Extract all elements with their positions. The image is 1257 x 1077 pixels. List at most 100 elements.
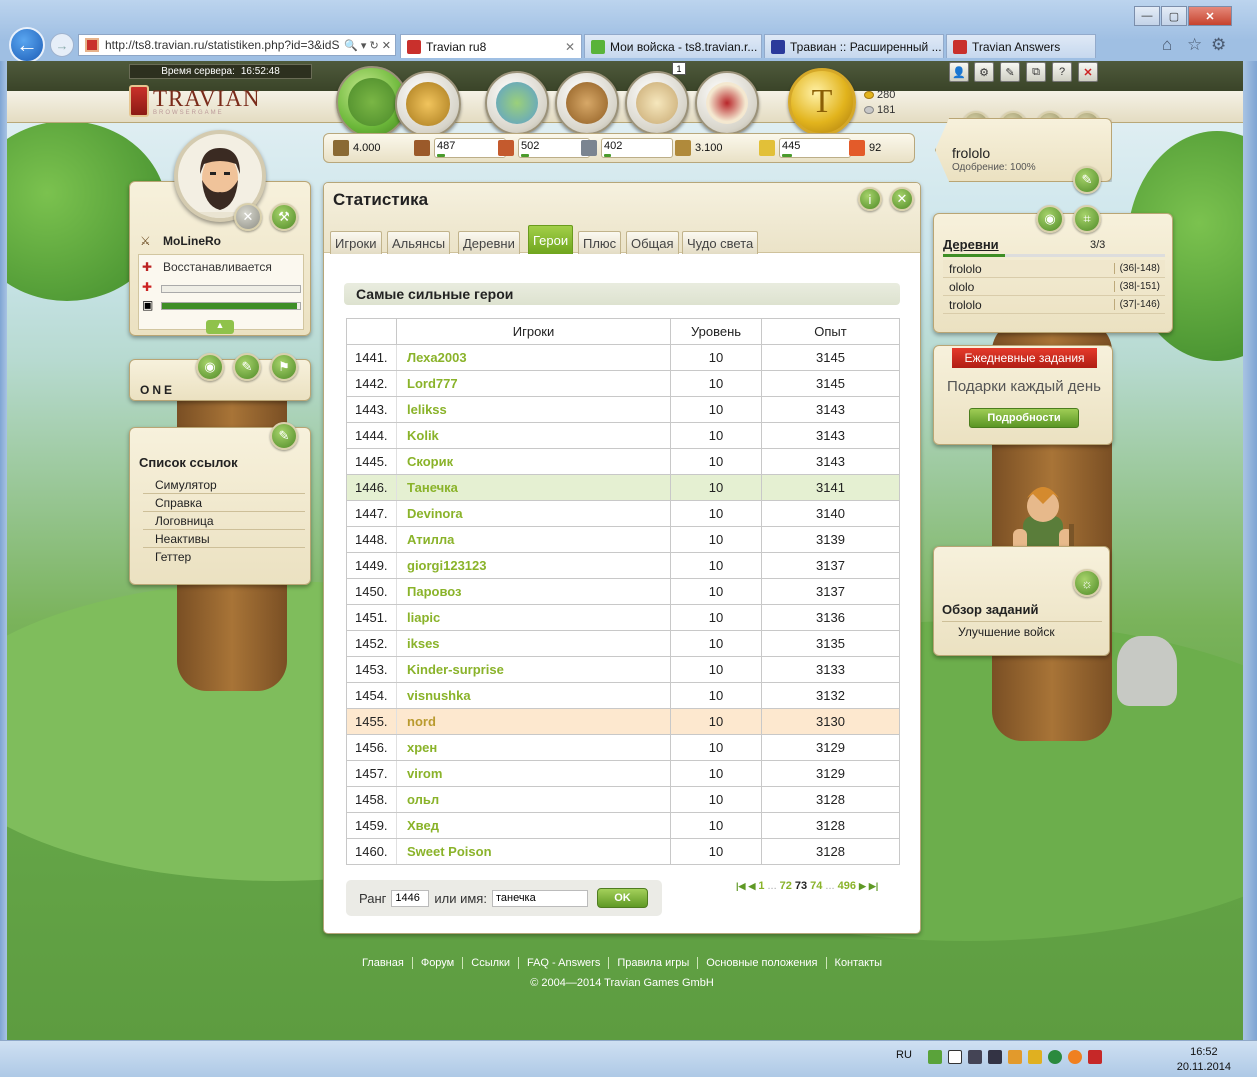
expand-arrow-icon[interactable]: ▲ — [206, 320, 234, 334]
shield-icon[interactable] — [1028, 1050, 1042, 1064]
tab-villages[interactable]: Деревни — [458, 231, 520, 254]
player-link[interactable]: Леха2003 — [396, 344, 671, 371]
player-name[interactable]: frololo — [952, 145, 990, 161]
page-link[interactable]: 496 — [838, 880, 856, 892]
tab-alliances[interactable]: Альянсы — [387, 231, 451, 254]
logout-icon[interactable]: ✕ — [1078, 62, 1098, 82]
alliance-name[interactable]: ONE — [140, 383, 175, 397]
browser-tab-troops[interactable]: Мои войска - ts8.travian.r... — [584, 34, 762, 58]
profile-icon[interactable]: 👤 — [949, 62, 969, 82]
village-center-button[interactable] — [395, 71, 461, 137]
gold-shop-button[interactable]: T — [788, 68, 856, 136]
statistics-button[interactable] — [555, 71, 619, 135]
player-link[interactable]: хрен — [396, 734, 671, 761]
back-arrow-icon[interactable]: ← — [9, 27, 45, 63]
page-link[interactable]: 1 — [758, 880, 764, 892]
home-icon[interactable]: ⌂ — [1162, 35, 1172, 55]
flag-icon[interactable] — [948, 1050, 962, 1064]
player-link[interactable]: virom — [396, 760, 671, 787]
clock[interactable]: 16:52 20.11.2014 — [1177, 1045, 1231, 1075]
footer-link[interactable]: FAQ - Answers — [517, 957, 608, 969]
antivirus-icon[interactable] — [1048, 1050, 1062, 1064]
village-item[interactable]: trololo (37|-146) — [943, 296, 1165, 314]
first-page-icon[interactable]: |◀ — [736, 881, 745, 892]
map-button[interactable] — [485, 71, 549, 135]
browser-tab-travian[interactable]: Travian ru8 ✕ — [400, 34, 582, 58]
link-inactives[interactable]: Неактивы — [143, 530, 305, 548]
player-link[interactable]: liapic — [396, 604, 671, 631]
tab-heroes[interactable]: Герои — [528, 225, 574, 254]
page-link[interactable]: 74 — [810, 880, 822, 892]
favorites-star-icon[interactable]: ☆ — [1187, 35, 1202, 55]
player-link[interactable]: Хвед — [396, 812, 671, 839]
update-icon[interactable] — [1068, 1050, 1082, 1064]
player-link[interactable]: Lord777 — [396, 370, 671, 397]
alliance-forum-button[interactable]: ✎ — [233, 353, 261, 381]
link-logovnitsa[interactable]: Логовница — [143, 512, 305, 530]
next-page-icon[interactable]: ▶ — [859, 881, 866, 892]
reports-button[interactable] — [625, 71, 689, 135]
network-icon[interactable] — [928, 1050, 942, 1064]
villages-stats-button[interactable]: ⌗ — [1073, 205, 1101, 233]
villages-title[interactable]: Деревни — [943, 237, 999, 252]
villages-overview-button[interactable]: ◉ — [1036, 205, 1064, 233]
link-help[interactable]: Справка — [143, 494, 305, 512]
close-button[interactable]: ✕ — [890, 187, 914, 211]
player-link[interactable]: Devinora — [396, 500, 671, 527]
quest-item[interactable]: Улучшение войск — [942, 621, 1102, 641]
player-link[interactable]: Паровоз — [396, 578, 671, 605]
rank-input[interactable] — [391, 889, 430, 907]
player-link[interactable]: Kinder-surprise — [396, 656, 671, 683]
hero-name[interactable]: MoLineRo — [163, 234, 221, 248]
footer-link[interactable]: Форум — [411, 957, 462, 969]
volume-icon[interactable] — [988, 1050, 1002, 1064]
options-icon[interactable]: ⚙ — [974, 62, 994, 82]
alliance-overview-button[interactable]: ◉ — [196, 353, 224, 381]
close-tab-icon[interactable]: ✕ — [557, 40, 575, 54]
info-button[interactable]: i — [858, 187, 882, 211]
alliance-flag-button[interactable]: ⚑ — [270, 353, 298, 381]
maximize-button[interactable]: ▢ — [1161, 6, 1187, 26]
player-link[interactable]: giorgi123123 — [396, 552, 671, 579]
address-bar[interactable]: http://ts8.travian.ru/statistiken.php?id… — [78, 34, 396, 56]
language-indicator[interactable]: RU — [896, 1049, 912, 1061]
link-simulator[interactable]: Симулятор — [143, 476, 305, 494]
player-link[interactable]: ikses — [396, 630, 671, 657]
gear-icon[interactable]: ⚙ — [1211, 35, 1226, 55]
hero-adventure-button[interactable]: ✕ — [234, 203, 262, 231]
edit-links-button[interactable]: ✎ — [270, 422, 298, 450]
rename-village-button[interactable]: ✎ — [1073, 166, 1101, 194]
last-page-icon[interactable]: ▶| — [869, 881, 878, 892]
player-link[interactable]: lelikss — [396, 396, 671, 423]
name-input[interactable] — [491, 889, 588, 907]
footer-link[interactable]: Главная — [354, 957, 412, 969]
player-link[interactable]: Атилла — [396, 526, 671, 553]
village-item[interactable]: ololo (38|-151) — [943, 278, 1165, 296]
footer-link[interactable]: Контакты — [825, 957, 891, 969]
player-link[interactable]: visnushka — [396, 682, 671, 709]
links-icon[interactable]: ⧉ — [1026, 62, 1046, 82]
footer-link[interactable]: Основные положения — [697, 957, 825, 969]
help-icon[interactable]: ? — [1052, 62, 1072, 82]
browser-tab-answers[interactable]: Travian Answers — [946, 34, 1096, 58]
forum-icon[interactable]: ✎ — [1000, 62, 1020, 82]
footer-link[interactable]: Ссылки — [462, 957, 518, 969]
player-link[interactable]: Скорик — [396, 448, 671, 475]
pdf-icon[interactable] — [1088, 1050, 1102, 1064]
travian-logo[interactable]: TRAVIAN BROWSERGAME — [129, 85, 261, 117]
link-getter[interactable]: Геттер — [143, 548, 305, 566]
minimize-button[interactable]: — — [1134, 6, 1160, 26]
close-window-button[interactable]: ✕ — [1188, 6, 1232, 26]
tab-plus[interactable]: Плюс — [578, 231, 622, 254]
browser-tab-extended[interactable]: Травиан :: Расширенный ... — [764, 34, 944, 58]
display-icon[interactable] — [968, 1050, 982, 1064]
messages-button[interactable] — [695, 71, 759, 135]
page-link[interactable]: 72 — [780, 880, 792, 892]
hero-auction-button[interactable]: ⚒ — [270, 203, 298, 231]
player-link[interactable]: Kolik — [396, 422, 671, 449]
player-link[interactable]: Sweet Poison — [396, 838, 671, 865]
tab-wonder[interactable]: Чудо света — [682, 231, 759, 254]
ok-button[interactable]: OK — [596, 888, 648, 908]
player-link[interactable]: Танечка — [396, 474, 671, 501]
tab-general[interactable]: Общая — [626, 231, 679, 254]
